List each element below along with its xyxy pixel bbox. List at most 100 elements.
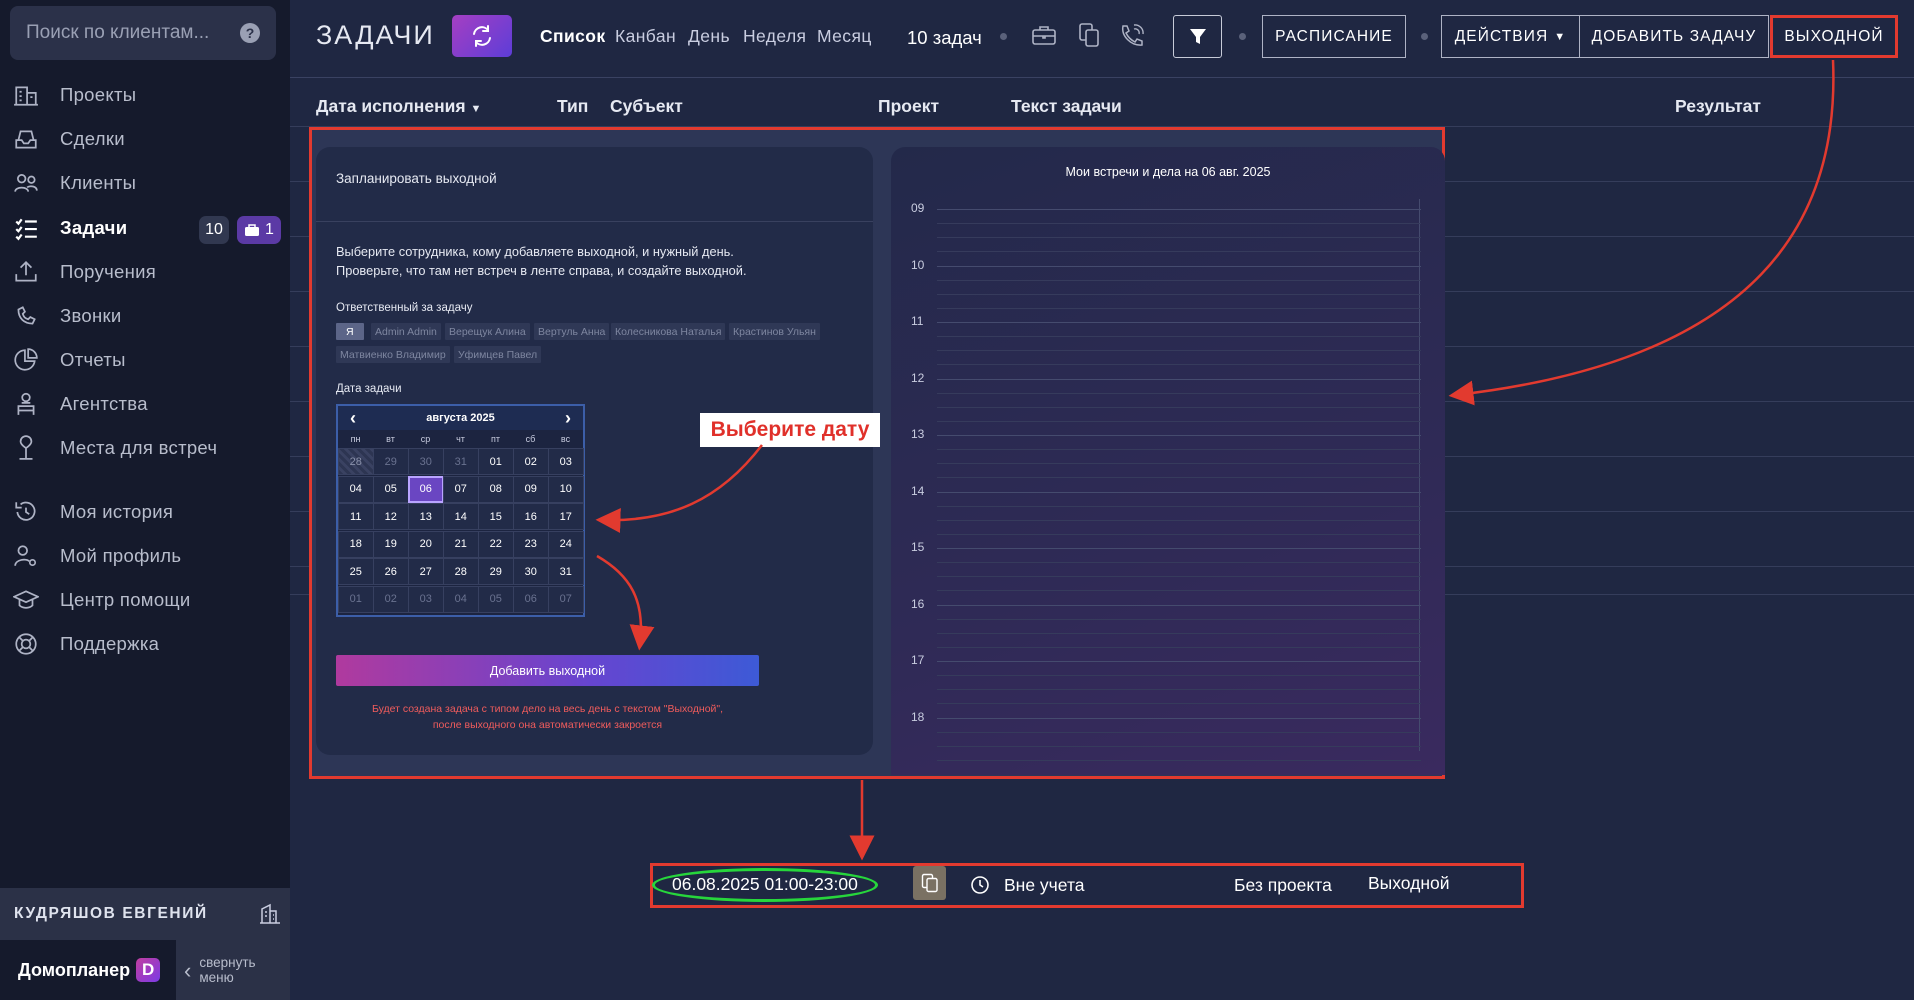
calendar-day[interactable]: 30: [513, 558, 549, 586]
employee-chip[interactable]: Вертуль Анна: [534, 323, 610, 340]
calendar-day[interactable]: 28: [338, 448, 374, 476]
sidebar-item[interactable]: Моя история: [0, 492, 290, 532]
lifebuoy-icon: [12, 630, 40, 658]
employee-chip[interactable]: Колесникова Наталья: [611, 323, 726, 340]
calendar-day[interactable]: 03: [548, 448, 584, 476]
brand[interactable]: Домопланер D: [0, 940, 176, 1000]
sidebar-item[interactable]: Мой профиль: [0, 536, 290, 576]
calendar-day[interactable]: 04: [443, 585, 479, 613]
calendar-day[interactable]: 07: [548, 585, 584, 613]
collapse-menu-button[interactable]: ‹ свернуть меню: [176, 940, 290, 1000]
schedule-button[interactable]: РАСПИСАНИЕ: [1262, 15, 1406, 58]
sidebar-item-label: Поддержка: [60, 633, 160, 654]
day-off-button[interactable]: ВЫХОДНОЙ: [1770, 15, 1898, 58]
calendar-day[interactable]: 01: [338, 585, 374, 613]
filter-button[interactable]: [1173, 15, 1222, 58]
employee-chip[interactable]: Уфимцев Павел: [454, 346, 542, 363]
phone-icon[interactable]: [1116, 19, 1148, 51]
help-icon[interactable]: ?: [240, 23, 260, 43]
tab-kanban[interactable]: Канбан: [615, 26, 676, 47]
buildings-icon: [12, 81, 40, 109]
sidebar-item[interactable]: Звонки: [0, 296, 290, 336]
sidebar-item[interactable]: Отчеты: [0, 340, 290, 380]
calendar-day[interactable]: 16: [513, 503, 549, 531]
calendar-day[interactable]: 03: [408, 585, 444, 613]
calendar-day[interactable]: 26: [373, 558, 409, 586]
modal-description-line2: Проверьте, что там нет встреч в ленте сп…: [336, 263, 747, 278]
briefcase-icon[interactable]: [1028, 19, 1060, 51]
calendar-day[interactable]: 02: [513, 448, 549, 476]
calendar-day[interactable]: 06: [408, 475, 444, 503]
employee-chip-me[interactable]: Я: [336, 323, 364, 340]
employee-chip[interactable]: Крастинов Ульян: [729, 323, 820, 340]
calendar-day[interactable]: 15: [478, 503, 514, 531]
tab-list[interactable]: Список: [540, 26, 606, 47]
calendar-day[interactable]: 05: [478, 585, 514, 613]
calendar-day[interactable]: 04: [338, 475, 374, 503]
calendar-day[interactable]: 31: [548, 558, 584, 586]
calendar-day[interactable]: 13: [408, 503, 444, 531]
calendar-day[interactable]: 18: [338, 530, 374, 558]
employee-chip[interactable]: Матвиенко Владимир: [336, 346, 450, 363]
calendar-day[interactable]: 29: [373, 448, 409, 476]
calendar-day[interactable]: 23: [513, 530, 549, 558]
calendar-day[interactable]: 20: [408, 530, 444, 558]
sync-button[interactable]: [452, 15, 512, 57]
calendar-day[interactable]: 24: [548, 530, 584, 558]
calendar-day[interactable]: 29: [478, 558, 514, 586]
result-date[interactable]: 06.08.2025 01:00-23:00: [672, 874, 858, 895]
calendar-day[interactable]: 08: [478, 475, 514, 503]
actions-dropdown[interactable]: ДЕЙСТВИЯ ▼: [1441, 15, 1580, 58]
calendar-day[interactable]: 06: [513, 585, 549, 613]
tab-month[interactable]: Месяц: [817, 26, 872, 47]
column-header-due-date[interactable]: Дата исполнения ▼: [316, 96, 481, 117]
calendar-day[interactable]: 19: [373, 530, 409, 558]
calendar-day[interactable]: 31: [443, 448, 479, 476]
calendar-day[interactable]: 28: [443, 558, 479, 586]
calendar-day[interactable]: 22: [478, 530, 514, 558]
tasks-count-badge[interactable]: 10: [199, 216, 229, 244]
tab-week[interactable]: Неделя: [743, 26, 806, 47]
calendar-day[interactable]: 05: [373, 475, 409, 503]
calendar-day[interactable]: 10: [548, 475, 584, 503]
calendar-day[interactable]: 27: [408, 558, 444, 586]
building-icon[interactable]: [250, 903, 290, 925]
calendar-day[interactable]: 11: [338, 503, 374, 531]
copy-icon[interactable]: [913, 866, 946, 900]
sidebar-item[interactable]: Задачи 10 1: [0, 208, 290, 248]
calendar-day[interactable]: 25: [338, 558, 374, 586]
next-month-icon[interactable]: ›: [565, 408, 571, 429]
user-row[interactable]: КУДРЯШОВ ЕВГЕНИЙ: [0, 888, 290, 940]
sidebar-item[interactable]: Агентства: [0, 384, 290, 424]
add-day-off-button[interactable]: Добавить выходной: [336, 655, 759, 686]
calendar-day[interactable]: 07: [443, 475, 479, 503]
sidebar-item[interactable]: Проекты: [0, 75, 290, 115]
calendar-day[interactable]: 17: [548, 503, 584, 531]
sidebar-item[interactable]: Центр помощи: [0, 580, 290, 620]
sidebar-item[interactable]: Клиенты: [0, 163, 290, 203]
client-search-input[interactable]: Поиск по клиентам... ?: [10, 6, 276, 60]
calendar-day[interactable]: 12: [373, 503, 409, 531]
sidebar-item[interactable]: Поддержка: [0, 624, 290, 664]
calendar-day[interactable]: 01: [478, 448, 514, 476]
employee-chip[interactable]: Admin Admin: [371, 323, 441, 340]
prev-month-icon[interactable]: ‹: [350, 408, 356, 429]
tab-day[interactable]: День: [688, 26, 730, 47]
sidebar-item[interactable]: Места для встреч: [0, 428, 290, 468]
calendar-day[interactable]: 14: [443, 503, 479, 531]
sidebar-item[interactable]: Поручения: [0, 252, 290, 292]
tasks-briefcase-badge[interactable]: 1: [237, 216, 281, 244]
quarter-gridline: [937, 463, 1421, 464]
copy-icon[interactable]: [1073, 19, 1105, 51]
add-task-button[interactable]: ДОБАВИТЬ ЗАДАЧУ: [1579, 15, 1769, 58]
calendar-day[interactable]: 09: [513, 475, 549, 503]
calendar-day[interactable]: 02: [373, 585, 409, 613]
result-task-text: Выходной: [1368, 873, 1450, 893]
calendar-day[interactable]: 21: [443, 530, 479, 558]
sidebar-item[interactable]: Сделки: [0, 119, 290, 159]
hour-label: 13: [911, 427, 925, 441]
calendar-day[interactable]: 30: [408, 448, 444, 476]
employee-chip[interactable]: Верещук Алина: [445, 323, 530, 340]
hour-label: 14: [911, 483, 925, 498]
quarter-gridline: [937, 392, 1421, 394]
